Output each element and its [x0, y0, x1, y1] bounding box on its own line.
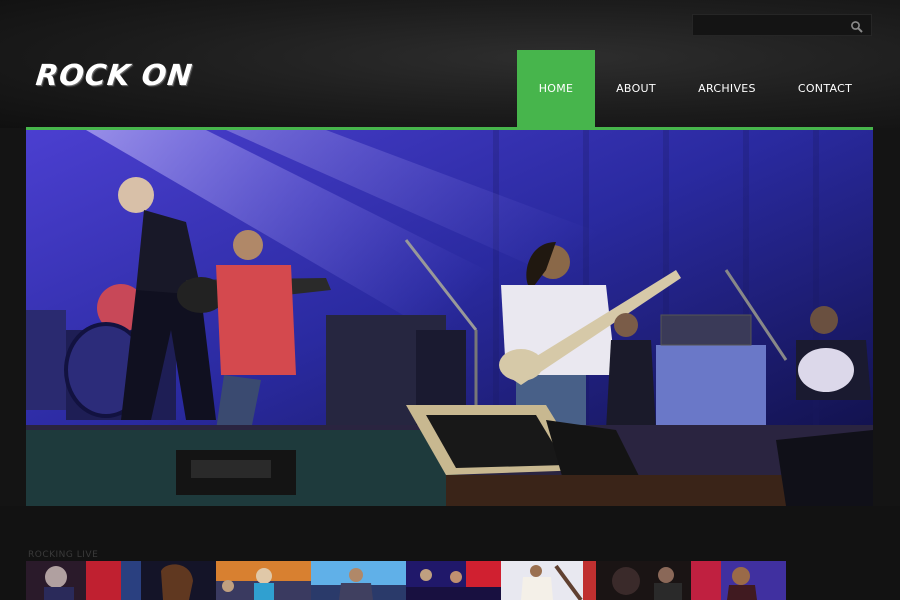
hero-image	[26, 130, 873, 506]
thumbnail-5[interactable]	[406, 561, 501, 600]
search-icon[interactable]	[850, 19, 864, 33]
nav-contact[interactable]: CONTACT	[777, 50, 873, 128]
thumbnail-8[interactable]	[691, 561, 786, 600]
thumbnail-7[interactable]	[596, 561, 691, 600]
thumbnail-1[interactable]	[26, 561, 121, 600]
nav-home[interactable]: HOME	[517, 50, 595, 128]
gallery-label: ROCKING LIVE	[28, 550, 99, 560]
nav-archives[interactable]: ARCHIVES	[677, 50, 777, 128]
main-nav: HOME ABOUT ARCHIVES CONTACT	[517, 50, 873, 128]
thumbnail-6[interactable]	[501, 561, 596, 600]
site-logo[interactable]: ROCK ON	[34, 56, 195, 94]
thumbnail-2[interactable]	[121, 561, 216, 600]
thumbnail-3[interactable]	[216, 561, 311, 600]
search-box[interactable]	[692, 14, 872, 36]
thumbnail-gallery	[26, 561, 804, 600]
search-input[interactable]	[697, 17, 847, 35]
thumbnail-4[interactable]	[311, 561, 406, 600]
nav-about[interactable]: ABOUT	[595, 50, 677, 128]
